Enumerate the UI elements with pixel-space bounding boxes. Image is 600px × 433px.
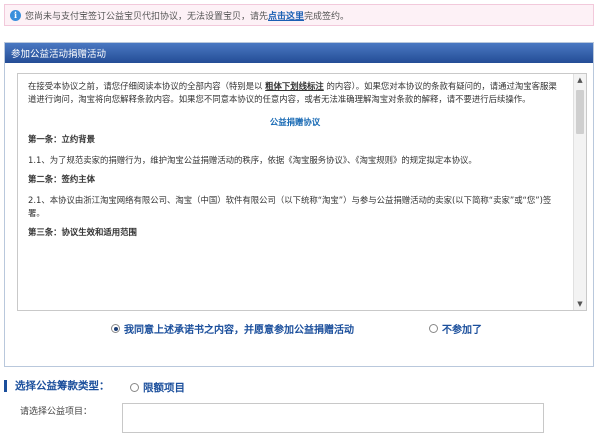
section-heading: 第三条：协议生效和适用范围	[28, 227, 137, 237]
agree-radio[interactable]	[111, 324, 120, 333]
agreement-scrollbar[interactable]: ▲ ▼	[573, 74, 586, 310]
agree-label[interactable]: 我同意上述承诺书之内容，并愿意参加公益捐赠活动	[124, 321, 354, 336]
donation-type-label: 选择公益筹款类型：	[4, 378, 110, 393]
limited-project-option[interactable]: 限额项目	[130, 380, 185, 395]
notice-text-after: 完成签约。	[304, 11, 350, 22]
agreement-box[interactable]: 在接受本协议之前，请您仔细阅读本协议的全部内容（特别是以 粗体下划线标注 的内容…	[17, 73, 587, 311]
limited-project-radio[interactable]	[130, 383, 139, 392]
decline-option[interactable]: 不参加了	[429, 321, 482, 336]
scroll-up-icon[interactable]: ▲	[574, 74, 586, 86]
section-heading: 第二条：签约主体	[28, 174, 95, 184]
click-here-link[interactable]: 点击这里	[268, 9, 304, 22]
contract-title: 公益捐赠协议	[269, 117, 321, 127]
info-icon: i	[10, 9, 21, 21]
section-heading: 第一条：立约背景	[28, 134, 95, 144]
section-text: 2.1、本协议由浙江淘宝网络有限公司、淘宝（中国）软件有限公司（以下统称“淘宝”…	[28, 195, 552, 218]
project-select-label: 请选择公益项目：	[20, 407, 93, 417]
bold-underline-note: 粗体下划线标注	[265, 81, 324, 91]
notice-text-before: 您尚未与支付宝签订公益宝贝代扣协议，无法设置宝贝，请先	[25, 11, 269, 22]
agreement-intro: 在接受本协议之前，请您仔细阅读本协议的全部内容（特别是以 粗体下划线标注 的内容…	[28, 81, 557, 104]
panel-title: 参加公益活动捐赠活动	[5, 43, 593, 63]
signing-notice: i 您尚未与支付宝签订公益宝贝代扣协议，无法设置宝贝，请先 点击这里 完成签约。	[4, 4, 594, 26]
section-marker	[4, 379, 7, 392]
agreement-text: 在接受本协议之前，请您仔细阅读本协议的全部内容（特别是以 粗体下划线标注 的内容…	[18, 74, 572, 310]
scrollbar-thumb[interactable]	[576, 90, 584, 134]
donation-panel: 参加公益活动捐赠活动 在接受本协议之前，请您仔细阅读本协议的全部内容（特别是以 …	[4, 42, 594, 367]
decline-label[interactable]: 不参加了	[442, 321, 482, 336]
decline-radio[interactable]	[429, 324, 438, 333]
scroll-down-icon[interactable]: ▼	[574, 298, 586, 310]
agree-option[interactable]: 我同意上述承诺书之内容，并愿意参加公益捐赠活动	[111, 321, 354, 336]
limited-project-label[interactable]: 限额项目	[143, 380, 185, 395]
participation-choices: 我同意上述承诺书之内容，并愿意参加公益捐赠活动 不参加了	[5, 321, 593, 341]
section-text: 1.1、为了规范卖家的捐赠行为，维护淘宝公益捐赠活动的秩序，依据《淘宝服务协议》…	[28, 155, 477, 165]
